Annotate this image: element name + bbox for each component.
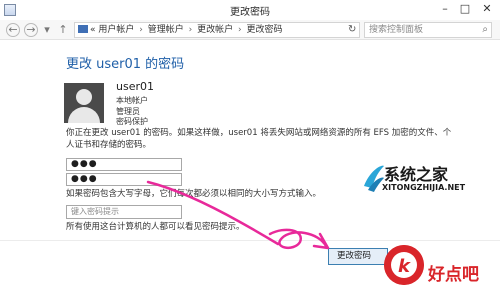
haodianba-logo-icon: k <box>384 245 424 285</box>
watermark-site1-name: 系统之家 <box>384 165 449 184</box>
pink-arrow-annotation <box>146 180 330 250</box>
svg-text:k: k <box>398 256 411 277</box>
watermark-site1-domain: XITONGZHIJIA.NET <box>382 183 466 192</box>
watermark-site2-name: 好点吧 <box>428 265 479 285</box>
